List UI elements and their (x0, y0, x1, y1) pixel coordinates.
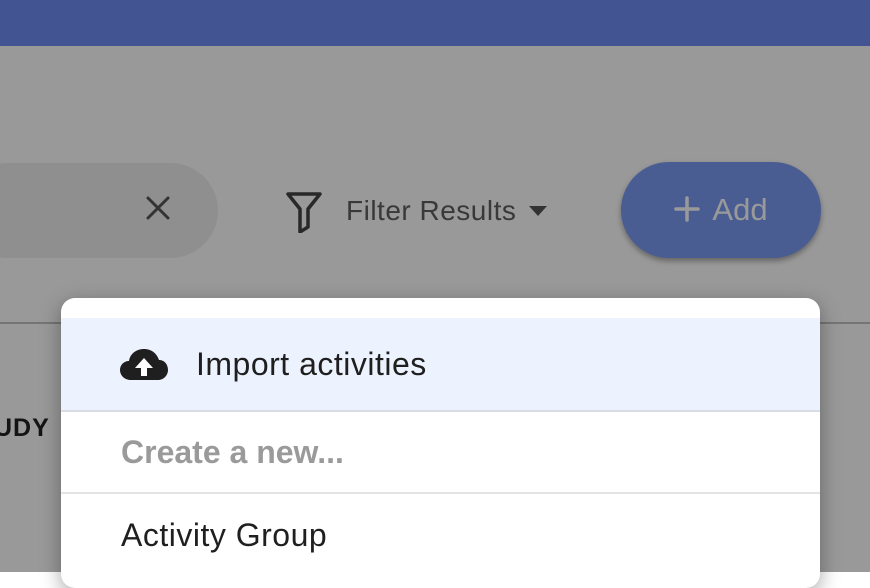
cloud-upload-icon (119, 344, 169, 384)
import-activities-label: Import activities (196, 345, 427, 382)
menu-subheader: Create a new... (61, 412, 820, 494)
create-new-label: Create a new... (121, 433, 344, 470)
menu-item-import-activities[interactable]: Import activities (61, 318, 820, 412)
menu-item-activity-group[interactable]: Activity Group (61, 494, 820, 576)
activity-group-label: Activity Group (121, 516, 328, 553)
add-dropdown-menu: Import activities Create a new... Activi… (61, 298, 820, 588)
